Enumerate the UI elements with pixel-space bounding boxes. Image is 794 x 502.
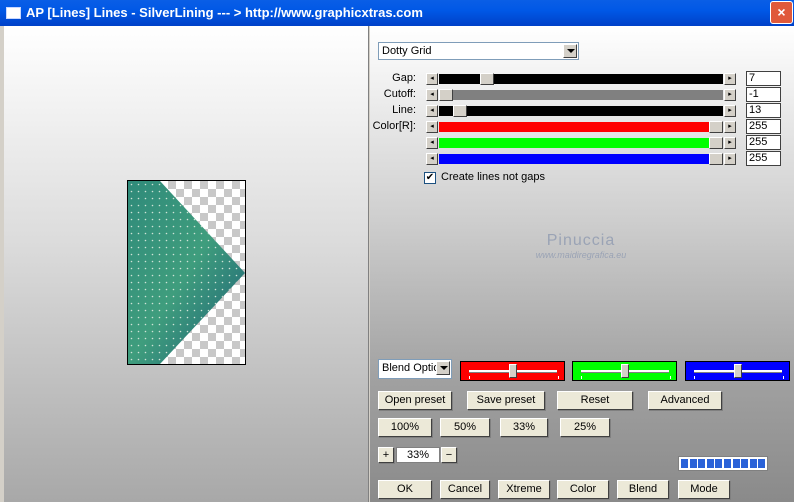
scroll-right-icon[interactable]: ▸ (724, 153, 736, 165)
channel-slider-1[interactable] (572, 361, 677, 381)
scroll-left-icon[interactable]: ◂ (426, 89, 438, 101)
watermark: Pinuccia www.maidiregrafica.eu (518, 232, 644, 260)
param-value-5[interactable]: 255 (746, 151, 781, 166)
scroll-left-icon[interactable]: ◂ (426, 137, 438, 149)
scroll-left-icon[interactable]: ◂ (426, 121, 438, 133)
scroll-left-icon[interactable]: ◂ (426, 73, 438, 85)
progress-segment (749, 459, 757, 468)
slider-thumb[interactable] (480, 73, 494, 85)
channel-slider-0[interactable] (460, 361, 565, 381)
slider-thumb[interactable] (453, 105, 467, 117)
zoom-button-33[interactable]: 33% (500, 418, 548, 437)
param-slider-5[interactable]: ◂ ▸ (426, 153, 738, 165)
progress-segment (689, 459, 697, 468)
progress-segment (681, 459, 688, 468)
preset-dropdown[interactable]: Dotty Grid (378, 42, 579, 60)
slider-track[interactable] (439, 90, 723, 100)
scroll-left-icon[interactable]: ◂ (426, 105, 438, 117)
progress-segment (732, 459, 740, 468)
button-advanced[interactable]: Advanced (648, 391, 722, 410)
close-button[interactable]: × (770, 1, 793, 24)
param-label-3: Color[R]: (372, 120, 416, 132)
channel-knob[interactable] (621, 364, 629, 378)
button-cancel[interactable]: Cancel (440, 480, 490, 499)
zoom-out-button[interactable]: − (441, 447, 457, 463)
param-value-3[interactable]: 255 (746, 119, 781, 134)
param-slider-4[interactable]: ◂ ▸ (426, 137, 738, 149)
param-slider-2[interactable]: ◂ ▸ (426, 105, 738, 117)
chevron-down-icon[interactable] (563, 44, 577, 58)
progress-segment (706, 459, 714, 468)
slider-track[interactable] (439, 138, 723, 148)
param-value-4[interactable]: 255 (746, 135, 781, 150)
zoom-button-50[interactable]: 50% (440, 418, 490, 437)
zoom-button-100[interactable]: 100% (378, 418, 432, 437)
progress-segment (724, 459, 731, 468)
zoom-value-field[interactable]: 33% (396, 447, 440, 463)
button-xtreme[interactable]: Xtreme (498, 480, 550, 499)
channel-knob[interactable] (734, 364, 742, 378)
param-label-2: Line: (392, 104, 416, 116)
progress-segment (698, 459, 706, 468)
button-color[interactable]: Color (557, 480, 609, 499)
slider-thumb[interactable] (439, 89, 453, 101)
watermark-url: www.maidiregrafica.eu (535, 250, 627, 260)
progress-segment (741, 459, 749, 468)
param-slider-1[interactable]: ◂ ▸ (426, 89, 738, 101)
chevron-down-icon[interactable] (436, 361, 450, 375)
title-bar: AP [Lines] Lines - SilverLining --- > ht… (0, 0, 794, 26)
param-slider-0[interactable]: ◂ ▸ (426, 73, 738, 85)
blend-options-dropdown[interactable]: Blend Optio (378, 359, 452, 379)
param-value-0[interactable]: 7 (746, 71, 781, 86)
zoom-in-button[interactable]: + (378, 447, 394, 463)
scroll-right-icon[interactable]: ▸ (724, 89, 736, 101)
scroll-right-icon[interactable]: ▸ (724, 105, 736, 117)
slider-track[interactable] (439, 154, 723, 164)
scroll-right-icon[interactable]: ▸ (724, 121, 736, 133)
button-blend[interactable]: Blend (617, 480, 669, 499)
scroll-right-icon[interactable]: ▸ (724, 137, 736, 149)
button-reset[interactable]: Reset (557, 391, 633, 410)
create-lines-label: Create lines not gaps (441, 171, 545, 183)
param-label-1: Cutoff: (383, 88, 416, 100)
blend-options-value: Blend Optio (382, 362, 436, 374)
zoom-button-25[interactable]: 25% (560, 418, 610, 437)
channel-knob[interactable] (509, 364, 517, 378)
create-lines-checkbox[interactable]: ✔ (424, 172, 436, 184)
slider-thumb[interactable] (709, 137, 723, 149)
slider-track[interactable] (439, 122, 723, 132)
slider-track[interactable] (439, 106, 723, 116)
param-value-1[interactable]: -1 (746, 87, 781, 102)
preview-image[interactable] (127, 180, 246, 365)
param-value-2[interactable]: 13 (746, 103, 781, 118)
button-save-preset[interactable]: Save preset (467, 391, 545, 410)
button-ok[interactable]: OK (378, 480, 432, 499)
progress-segment (715, 459, 723, 468)
window-icon[interactable] (6, 7, 21, 19)
progress-segment (758, 459, 766, 468)
slider-thumb[interactable] (709, 121, 723, 133)
slider-thumb[interactable] (709, 153, 723, 165)
param-slider-3[interactable]: ◂ ▸ (426, 121, 738, 133)
watermark-name: Pinuccia (546, 232, 616, 249)
button-open-preset[interactable]: Open preset (378, 391, 452, 410)
preset-dropdown-value: Dotty Grid (382, 45, 432, 57)
scroll-left-icon[interactable]: ◂ (426, 153, 438, 165)
button-mode[interactable]: Mode (678, 480, 730, 499)
param-label-0: Gap: (392, 72, 416, 84)
window-title: AP [Lines] Lines - SilverLining --- > ht… (26, 5, 423, 20)
scroll-right-icon[interactable]: ▸ (724, 73, 736, 85)
preview-graphic (128, 181, 245, 364)
progress-indicator (678, 456, 768, 471)
channel-slider-2[interactable] (685, 361, 790, 381)
